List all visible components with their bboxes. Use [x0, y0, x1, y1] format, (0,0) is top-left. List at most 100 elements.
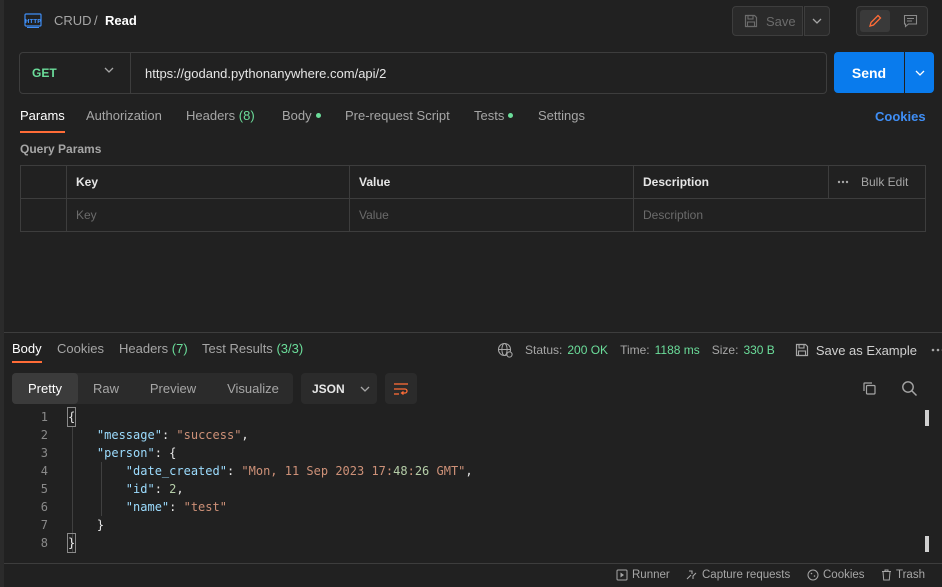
- line-text: "id": 2,: [125, 482, 184, 496]
- tab-settings[interactable]: Settings: [538, 108, 585, 133]
- pencil-icon: [869, 14, 882, 27]
- tab-authorization[interactable]: Authorization: [86, 108, 162, 133]
- tab-label: Tests: [474, 108, 505, 123]
- modified-dot: [508, 113, 514, 119]
- modified-dot: [315, 113, 321, 119]
- capture-label: Capture requests: [702, 569, 791, 581]
- tab-body[interactable]: Body: [282, 108, 321, 133]
- response-tab-body[interactable]: Body: [12, 341, 42, 363]
- cookies-label: Cookies: [823, 569, 865, 581]
- response-tab-headers[interactable]: Headers (7): [119, 341, 188, 363]
- top-bar: HTTP CRUD / Read Save: [4, 0, 942, 42]
- postman-app: HTTP CRUD / Read Save GET https://godand…: [0, 0, 942, 587]
- line-number: 5: [40, 482, 48, 496]
- cookie-icon: [807, 569, 819, 581]
- view-mode-toggle: [856, 6, 928, 36]
- send-button[interactable]: Send: [834, 52, 904, 93]
- table-header-row: Key Value Description Bulk Edit: [21, 166, 925, 199]
- line-text: {: [66, 407, 77, 427]
- tab-headers[interactable]: Headers (8): [186, 108, 255, 133]
- more-icon[interactable]: [837, 180, 849, 184]
- line-number: 1: [40, 410, 48, 424]
- time-value[interactable]: 1188 ms: [655, 343, 700, 357]
- code-line: 1 {: [4, 407, 924, 427]
- method-label: GET: [32, 66, 57, 80]
- more-icon[interactable]: [931, 348, 942, 352]
- copy-icon[interactable]: [862, 381, 877, 396]
- line-text: }: [68, 518, 105, 532]
- tab-label: Cookies: [57, 341, 104, 356]
- breadcrumb-current[interactable]: Read: [105, 13, 137, 28]
- url-input[interactable]: https://godand.pythonanywhere.com/api/2: [145, 66, 386, 81]
- breadcrumb-parent[interactable]: CRUD: [54, 13, 92, 28]
- globe-icon[interactable]: [497, 342, 513, 358]
- row-checkbox-cell: [21, 199, 67, 231]
- save-label: Save: [766, 13, 796, 29]
- bulk-edit-area: Bulk Edit: [837, 166, 908, 198]
- method-select[interactable]: GET: [20, 53, 131, 93]
- view-raw-button[interactable]: Raw: [80, 373, 132, 404]
- documentation-button[interactable]: [895, 10, 925, 32]
- runner-icon: [616, 569, 628, 581]
- save-dropdown-button[interactable]: [804, 6, 830, 36]
- save-button[interactable]: Save: [732, 6, 803, 36]
- tab-label: Headers: [119, 341, 169, 356]
- footer-cookies-button[interactable]: Cookies: [807, 569, 865, 581]
- response-body-editor[interactable]: 1 { 2 "message": "success", 3 "person": …: [4, 407, 929, 558]
- value-input[interactable]: Value: [350, 199, 634, 231]
- breadcrumb-separator: /: [94, 13, 98, 28]
- size-value[interactable]: 330 B: [743, 343, 774, 357]
- trash-button[interactable]: Trash: [881, 569, 925, 581]
- status-bar-footer: Runner Capture requests Cookies Trash: [4, 563, 942, 587]
- url-bar: GET https://godand.pythonanywhere.com/ap…: [19, 52, 827, 94]
- view-mode-group: Pretty Raw Preview Visualize: [12, 373, 293, 404]
- edit-mode-button[interactable]: [860, 10, 890, 32]
- code-line: 6 "name": "test": [4, 498, 924, 516]
- chevron-down-icon: [915, 70, 924, 76]
- save-icon: [795, 343, 808, 357]
- save-as-example-button[interactable]: Save as Example: [816, 343, 917, 358]
- capture-icon: [686, 570, 697, 580]
- code-line: 8 }: [4, 533, 924, 553]
- send-dropdown-button[interactable]: [905, 52, 934, 93]
- wrap-lines-button[interactable]: [385, 373, 417, 404]
- key-input[interactable]: Key: [67, 199, 350, 231]
- line-number: 4: [40, 464, 48, 478]
- tab-tests[interactable]: Tests: [474, 108, 514, 133]
- runner-label: Runner: [632, 569, 670, 581]
- response-tab-test-results[interactable]: Test Results (3/3): [202, 341, 303, 363]
- tab-label: Headers: [186, 108, 236, 123]
- tab-params[interactable]: Params: [20, 108, 65, 133]
- tab-pre-request-script[interactable]: Pre-request Script: [345, 108, 450, 133]
- comment-icon: [903, 14, 917, 28]
- response-divider[interactable]: [4, 332, 942, 333]
- tab-label: Settings: [538, 108, 585, 123]
- status-value[interactable]: 200 OK: [567, 343, 608, 357]
- line-number: 7: [40, 518, 48, 532]
- column-key: Key: [67, 166, 350, 198]
- format-label: JSON: [312, 381, 345, 396]
- tab-count: (3/3): [276, 341, 304, 356]
- column-value: Value: [350, 166, 634, 198]
- line-text: "date_created": "Mon, 11 Sep 2023 17:48:…: [125, 464, 473, 478]
- scrollbar-marker[interactable]: [925, 536, 929, 552]
- scrollbar-marker[interactable]: [925, 410, 929, 426]
- bulk-edit-button[interactable]: Bulk Edit: [861, 175, 908, 189]
- query-params-table: Key Value Description Bulk Edit Key Valu…: [20, 165, 926, 232]
- line-number: 8: [40, 536, 48, 550]
- tab-label: Test Results: [202, 341, 273, 356]
- view-visualize-button[interactable]: Visualize: [214, 373, 292, 404]
- response-tab-cookies[interactable]: Cookies: [57, 341, 104, 363]
- description-input[interactable]: Description: [634, 199, 925, 231]
- tab-count: (8): [238, 108, 255, 123]
- view-pretty-button[interactable]: Pretty: [12, 373, 78, 404]
- view-preview-button[interactable]: Preview: [134, 373, 212, 404]
- format-select[interactable]: JSON: [301, 373, 377, 404]
- capture-requests-button[interactable]: Capture requests: [685, 569, 790, 581]
- code-line: 5 "id": 2,: [4, 480, 924, 498]
- line-number: 6: [40, 500, 48, 514]
- search-icon[interactable]: [901, 380, 918, 397]
- line-text: "name": "test": [125, 500, 227, 514]
- cookies-link[interactable]: Cookies: [875, 109, 926, 124]
- runner-button[interactable]: Runner: [616, 569, 670, 581]
